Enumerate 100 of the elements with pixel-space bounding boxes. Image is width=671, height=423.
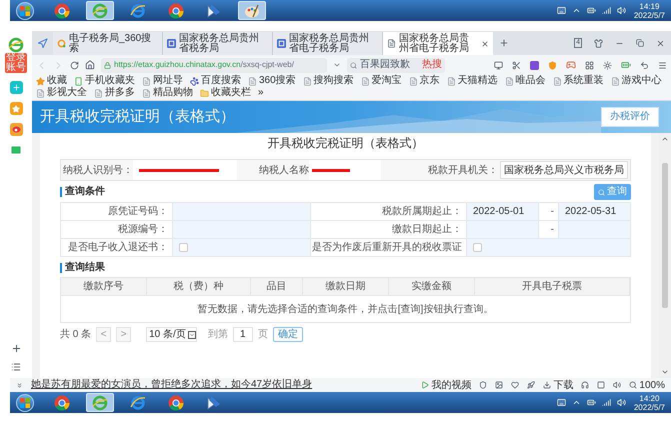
restore-icon[interactable]	[636, 39, 644, 47]
star-tile-icon[interactable]	[10, 102, 22, 115]
signal-icon[interactable]	[602, 398, 611, 407]
speaker-icon[interactable]	[616, 6, 626, 15]
page-icon	[446, 76, 456, 86]
bookmark-link[interactable]: 百度搜索	[190, 75, 241, 87]
news-link[interactable]: 她是苏有朋最爱的女演员，曾拒绝多次追求，如今47岁依旧单身	[31, 380, 312, 390]
hot-search-badge[interactable]: 热搜	[422, 60, 442, 70]
page-icon	[408, 76, 418, 86]
keyboard-icon[interactable]	[556, 6, 566, 15]
screen-icon[interactable]	[494, 60, 503, 70]
bookmark-link[interactable]: »	[258, 87, 264, 99]
field-label: 缴款日期起止：	[311, 221, 467, 239]
shirt-icon[interactable]	[594, 38, 603, 48]
download-icon[interactable]	[543, 381, 552, 389]
gamepad-icon[interactable]	[566, 60, 576, 70]
browser-tab[interactable]: 国家税务总局贵州省电子税务局	[383, 32, 493, 55]
bookmark-link[interactable]: 爱淘宝	[360, 75, 402, 87]
close-icon[interactable]	[656, 38, 665, 48]
search-field[interactable]: 百果园致歉 热搜	[347, 58, 445, 72]
download-link[interactable]: 下载	[553, 378, 574, 392]
zoom-level[interactable]: 100%	[639, 378, 665, 392]
zoom-icon[interactable]	[629, 381, 638, 389]
bookmark-link[interactable]: 天猫精选	[446, 75, 498, 87]
paw-icon	[190, 76, 199, 86]
keyboard-icon[interactable]	[556, 398, 566, 407]
signal-icon[interactable]	[602, 6, 611, 15]
show-hidden-icons-icon[interactable]	[572, 6, 581, 15]
address-field[interactable]: https://etax.guizhou.chinatax.gov.cn/sxsq-cjpt-web/	[101, 58, 327, 72]
bookmark-link[interactable]: 拼多多	[94, 87, 135, 99]
bookmark-link[interactable]: 京东	[408, 75, 440, 87]
confirm-button[interactable]: 确定	[272, 327, 303, 342]
voucher-input[interactable]	[173, 203, 311, 221]
battery-icon[interactable]	[586, 398, 596, 407]
dropdown-icon[interactable]	[333, 61, 341, 69]
apps-grid-icon[interactable]	[585, 60, 594, 70]
undo-icon[interactable]	[640, 60, 649, 70]
rating-button[interactable]: 办税评价	[601, 107, 659, 127]
bookmark-link[interactable]: 精品购物	[142, 87, 193, 99]
battery-icon[interactable]	[586, 6, 596, 15]
ring-logo-icon	[8, 37, 24, 53]
browser-tab[interactable]: 电子税务局_360搜索	[53, 32, 163, 55]
browser-tab[interactable]: 国家税务总局贵州省电子税务局	[273, 32, 383, 55]
browser-tab[interactable]: 国家税务总局贵州省税务局	[163, 32, 273, 55]
date-field[interactable]: 2022-05-01	[467, 203, 539, 221]
date-field[interactable]	[467, 221, 539, 239]
bookmark-link[interactable]: 手机收藏夹	[74, 75, 135, 87]
scroll-down-icon[interactable]	[661, 368, 669, 376]
field-label: 原凭证号码：	[61, 203, 173, 221]
bookmark-link[interactable]: 唯品会	[504, 75, 546, 87]
list-icon[interactable]	[11, 362, 21, 372]
chevron-down-icon	[188, 330, 196, 338]
plus-tile-icon[interactable]	[10, 81, 22, 94]
show-hidden-icons-icon[interactable]	[572, 398, 581, 407]
add-icon[interactable]	[10, 343, 22, 354]
bookmark-link[interactable]: 游戏中心	[610, 75, 662, 87]
page-input[interactable]: 1	[232, 327, 253, 342]
scroll-up-icon[interactable]	[661, 135, 669, 143]
brightness-icon[interactable]	[603, 60, 612, 70]
speaker-icon[interactable]	[613, 381, 622, 389]
reload-icon[interactable]	[70, 60, 79, 70]
double-chevron-icon[interactable]	[16, 382, 23, 388]
navigation-icon[interactable]	[37, 38, 48, 48]
bookmark-link[interactable]: 影视大全	[36, 87, 87, 99]
start-button[interactable]	[16, 394, 34, 412]
checkbox[interactable]	[179, 243, 188, 252]
bookmark-link[interactable]: 网址导	[142, 75, 183, 87]
bookmark-link[interactable]: 收藏夹栏	[200, 87, 251, 99]
scissors-icon[interactable]	[512, 60, 521, 70]
my-video-link[interactable]: 我的视频	[431, 378, 472, 392]
bookmark-link[interactable]: 360搜索	[248, 75, 296, 87]
start-button[interactable]	[16, 2, 34, 20]
bookmark-link[interactable]: 系统重装	[552, 75, 604, 87]
taskbar-button[interactable]	[238, 1, 266, 20]
eye-tile-icon[interactable]	[10, 123, 22, 136]
rocket-icon[interactable]	[527, 381, 536, 389]
page-icon	[302, 76, 312, 86]
shield-icon[interactable]	[479, 381, 488, 389]
authority-select[interactable]: 国家税务总局兴义市税务局	[500, 161, 628, 179]
checkbox[interactable]	[473, 243, 482, 252]
bookmark-link[interactable]: 搜狗搜索	[302, 75, 354, 87]
window-icon[interactable]	[597, 381, 606, 389]
close-tab-icon[interactable]	[481, 40, 489, 48]
date-field[interactable]	[559, 221, 631, 239]
speaker-icon[interactable]	[616, 398, 626, 407]
new-tab-icon[interactable]	[499, 38, 509, 48]
headphones-icon[interactable]	[581, 381, 590, 389]
video-icon[interactable]	[421, 381, 430, 389]
heart-icon[interactable]	[511, 381, 520, 389]
page-icon	[360, 76, 370, 86]
date-field[interactable]: 2022-05-31	[559, 203, 631, 221]
source-input[interactable]	[173, 221, 311, 239]
menu-icon[interactable]	[658, 60, 667, 70]
page-size-select[interactable]: 10 条/页	[146, 327, 197, 342]
phone-icon	[74, 76, 83, 86]
bookmark-link[interactable]: 收藏	[36, 75, 67, 87]
image-icon[interactable]	[495, 381, 504, 389]
folder-icon	[200, 88, 209, 98]
translate-icon[interactable]	[530, 60, 539, 70]
home-icon[interactable]	[85, 60, 95, 70]
